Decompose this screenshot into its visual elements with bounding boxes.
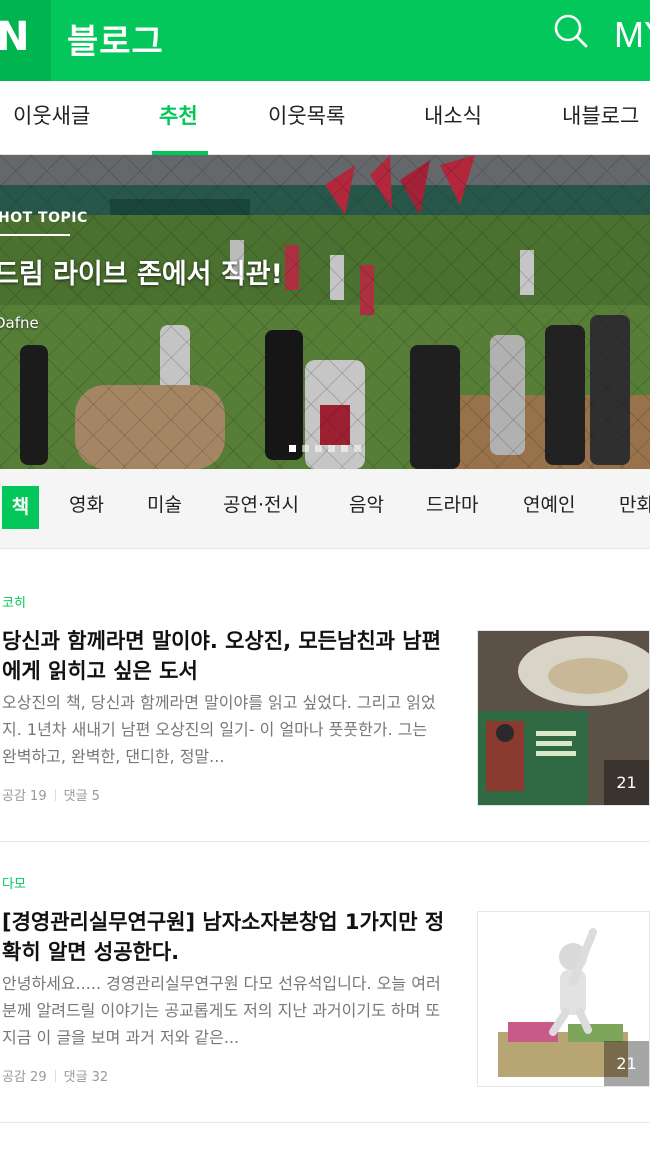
category-comics[interactable]: 만화 — [619, 490, 650, 517]
post-title[interactable]: [경영관리실무연구원] 남자소자본창업 1가지만 정확히 알면 성공한다. — [2, 907, 452, 967]
image-count-badge: 21 — [604, 1041, 649, 1086]
likes-count: 공감 29 — [2, 1070, 47, 1085]
page-title[interactable]: 블로그 — [67, 14, 164, 63]
post-description: 오상진의 책, 당신과 함께라면 말이야를 읽고 싶었다. 그리고 읽었지. 1… — [2, 693, 436, 766]
stats-separator — [54, 789, 56, 801]
hot-topic-banner[interactable]: HOT TOPIC 드림 라이브 존에서 직관! Dafne — [0, 155, 650, 469]
tab-my-news[interactable]: 내소식 — [424, 100, 482, 130]
post-card[interactable]: 코히 당신과 함께라면 말이야. 오상진, 모든남친과 남편에게 읽히고 싶은 … — [0, 549, 650, 841]
tab-neighbor-list[interactable]: 이웃목록 — [268, 100, 345, 130]
post-thumbnail[interactable]: 21 — [477, 911, 650, 1087]
logo-text: N — [0, 14, 29, 60]
stats-separator — [54, 1070, 56, 1082]
banner-title[interactable]: 드림 라이브 존에서 직관! — [0, 252, 283, 291]
tab-my-blog[interactable]: 내블로그 — [562, 100, 639, 130]
carousel-dot[interactable] — [315, 445, 322, 452]
comments-count: 댓글 32 — [63, 1070, 109, 1085]
search-icon — [554, 14, 588, 48]
banner-author[interactable]: Dafne — [0, 314, 39, 332]
category-art[interactable]: 미술 — [147, 490, 182, 517]
post-card[interactable]: 다모 [경영관리실무연구원] 남자소자본창업 1가지만 정확히 알면 성공한다.… — [0, 842, 650, 1122]
my-button[interactable]: MY — [614, 14, 650, 56]
tab-recommended[interactable]: 추천 — [159, 100, 198, 130]
carousel-dot[interactable] — [302, 445, 309, 452]
search-button[interactable] — [548, 8, 592, 52]
category-music[interactable]: 음악 — [349, 490, 384, 517]
banner-image — [0, 155, 650, 469]
post-thumbnail[interactable]: 21 — [477, 630, 650, 806]
category-celebrity[interactable]: 연예인 — [523, 490, 575, 517]
image-count-badge: 21 — [604, 760, 649, 805]
category-tabs: 책 영화 미술 공연·전시 음악 드라마 연예인 만화 — [0, 469, 650, 549]
post-divider — [0, 1122, 650, 1123]
hot-topic-tag: HOT TOPIC — [0, 210, 88, 226]
main-tabs: 이웃새글 추천 이웃목록 내소식 내블로그 — [0, 81, 650, 155]
post-stats: 공감 29 댓글 32 — [2, 1066, 108, 1085]
post-title[interactable]: 당신과 함께라면 말이야. 오상진, 모든남친과 남편에게 읽히고 싶은 도서 — [2, 626, 452, 686]
category-drama[interactable]: 드라마 — [426, 490, 478, 517]
carousel-dot[interactable] — [341, 445, 348, 452]
post-author[interactable]: 다모 — [2, 873, 26, 892]
likes-count: 공감 19 — [2, 789, 47, 804]
carousel-dot[interactable] — [354, 445, 361, 452]
category-movie[interactable]: 영화 — [69, 490, 104, 517]
post-author[interactable]: 코히 — [2, 592, 26, 611]
carousel-dot[interactable] — [328, 445, 335, 452]
post-description: 안녕하세요..... 경영관리실무연구원 다모 선유석입니다. 오늘 여러분께 … — [2, 974, 441, 1047]
app-header: N 블로그 MY — [0, 0, 650, 81]
comments-count: 댓글 5 — [63, 789, 100, 804]
category-book[interactable]: 책 — [2, 486, 39, 529]
carousel-dot[interactable] — [289, 445, 296, 452]
category-performance[interactable]: 공연·전시 — [223, 490, 299, 517]
naver-logo[interactable]: N — [0, 0, 51, 81]
post-stats: 공감 19 댓글 5 — [2, 785, 100, 804]
tab-neighbor-posts[interactable]: 이웃새글 — [13, 100, 90, 130]
hot-topic-underline — [0, 234, 70, 236]
